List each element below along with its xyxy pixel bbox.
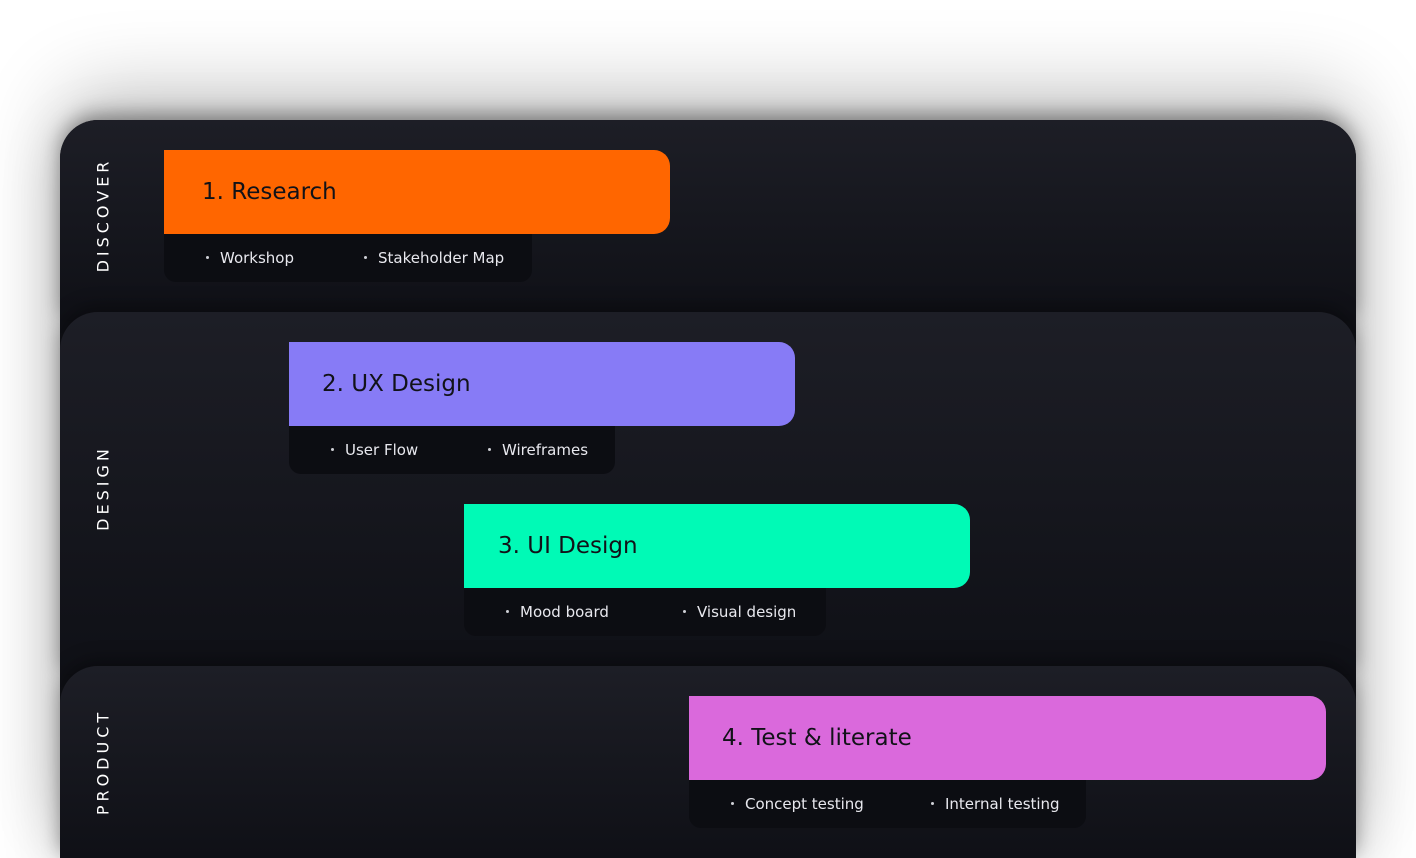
step-test-iterate[interactable]: 4. Test & literate — [689, 696, 1326, 780]
bullet-icon — [488, 448, 491, 451]
step-title: 2. UX Design — [322, 371, 471, 397]
step-title: 3. UI Design — [498, 533, 638, 559]
list-item: Stakeholder Map — [364, 249, 504, 267]
step-ui-design-items: Mood board Visual design — [464, 588, 826, 636]
bullet-icon — [206, 256, 209, 259]
list-item: Internal testing — [931, 795, 1060, 813]
bullet-icon — [683, 610, 686, 613]
list-item: Mood board — [506, 603, 609, 621]
step-title: 4. Test & literate — [722, 725, 912, 751]
step-research[interactable]: 1. Research — [164, 150, 670, 234]
bullet-icon — [506, 610, 509, 613]
step-title: 1. Research — [202, 179, 337, 205]
bullet-icon — [331, 448, 334, 451]
step-test-iterate-items: Concept testing Internal testing — [689, 780, 1086, 828]
step-ui-design[interactable]: 3. UI Design — [464, 504, 970, 588]
list-item: Wireframes — [488, 441, 588, 459]
list-item: Concept testing — [731, 795, 864, 813]
list-item: Visual design — [683, 603, 796, 621]
step-ux-design-items: User Flow Wireframes — [289, 426, 615, 474]
bullet-icon — [931, 802, 934, 805]
lane-label-design: DESIGN — [93, 445, 113, 531]
list-item: User Flow — [331, 441, 418, 459]
lane-label-product: PRODUCT — [93, 708, 113, 816]
step-research-items: Workshop Stakeholder Map — [164, 234, 532, 282]
list-item: Workshop — [206, 249, 294, 267]
bullet-icon — [364, 256, 367, 259]
bullet-icon — [731, 802, 734, 805]
step-ux-design[interactable]: 2. UX Design — [289, 342, 795, 426]
lane-label-discover: DISCOVER — [93, 157, 113, 273]
